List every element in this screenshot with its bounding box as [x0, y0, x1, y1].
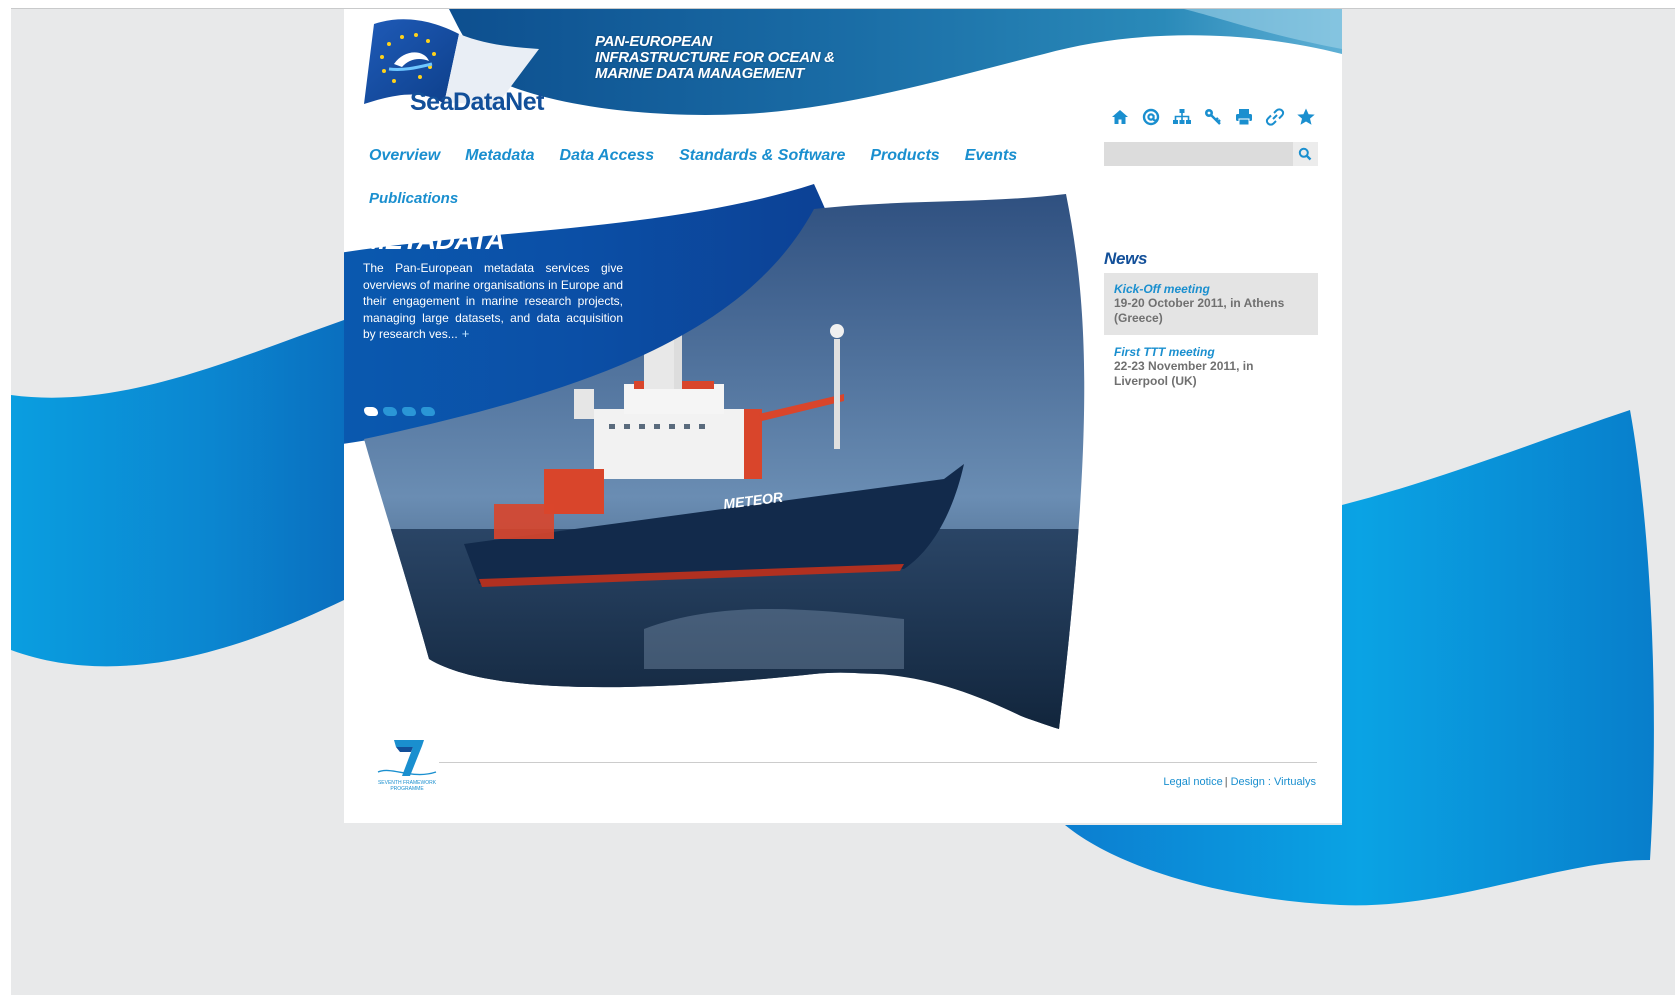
tagline-line-2: INFRASTRUCTURE FOR OCEAN &	[595, 49, 835, 66]
key-icon[interactable]	[1201, 105, 1225, 129]
tagline-line-1: PAN-EUROPEAN	[595, 33, 712, 50]
news-item-desc: 22-23 November 2011, in Liverpool (UK)	[1114, 359, 1254, 388]
home-icon[interactable]	[1108, 105, 1132, 129]
site-logo[interactable]: SeaDataNet	[410, 88, 544, 117]
nav-overview[interactable]: Overview	[369, 147, 440, 165]
email-icon[interactable]	[1139, 105, 1163, 129]
search-icon	[1299, 147, 1312, 161]
fp7-logo[interactable]: SEVENTH FRAMEWORK PROGRAMME	[372, 736, 442, 798]
favorite-star-icon[interactable]	[1294, 105, 1318, 129]
toolbar	[1108, 105, 1318, 129]
nav-publications[interactable]: Publications	[369, 190, 458, 207]
news-item: Kick-Off meeting 19-20 October 2011, in …	[1104, 273, 1318, 335]
page-graphics: METEOR	[344, 9, 1342, 823]
news-item-desc: 19-20 October 2011, in Athens (Greece)	[1114, 296, 1285, 325]
slide-dot-1[interactable]	[364, 407, 378, 416]
slide-title: METADATA	[363, 225, 505, 255]
nav-products[interactable]: Products	[870, 147, 939, 165]
nav-metadata[interactable]: Metadata	[465, 147, 534, 165]
slide-dot-4[interactable]	[421, 407, 435, 416]
slide-pager	[364, 407, 435, 416]
link-icon[interactable]	[1263, 105, 1287, 129]
footer-separator: |	[1224, 776, 1228, 788]
print-icon[interactable]	[1232, 105, 1256, 129]
news-item: First TTT meeting 22-23 November 2011, i…	[1104, 336, 1318, 396]
fp7-caption: SEVENTH FRAMEWORK PROGRAMME	[377, 780, 437, 792]
slide-dot-3[interactable]	[402, 407, 416, 416]
nav-data-access[interactable]: Data Access	[560, 147, 655, 165]
search-button[interactable]	[1292, 142, 1318, 166]
page-container: METEOR PAN-EUROPEAN INFRASTRUCTURE FOR O…	[344, 9, 1342, 823]
slide-dot-2[interactable]	[383, 407, 397, 416]
nav-events[interactable]: Events	[965, 147, 1017, 165]
footer-divider	[439, 762, 1317, 763]
news-item-title[interactable]: First TTT meeting	[1114, 345, 1308, 359]
slide-text: The Pan-European metadata services give …	[363, 261, 623, 341]
search-input[interactable]	[1104, 142, 1293, 166]
news-item-title[interactable]: Kick-Off meeting	[1114, 282, 1308, 296]
news-heading: News	[1104, 249, 1148, 268]
footer-links: Legal notice | Design : Virtualys	[1163, 776, 1316, 788]
site-tagline: PAN-EUROPEAN INFRASTRUCTURE FOR OCEAN & …	[595, 34, 835, 82]
nav-standards-software[interactable]: Standards & Software	[679, 147, 845, 165]
main-nav: Overview Metadata Data Access Standards …	[369, 147, 1017, 165]
legal-notice-link[interactable]: Legal notice	[1163, 776, 1222, 788]
tagline-line-3: MARINE DATA MANAGEMENT	[595, 65, 804, 82]
design-credit-link[interactable]: Design : Virtualys	[1231, 776, 1316, 788]
fp7-seven-icon	[377, 740, 437, 776]
main-nav-row-2: Publications	[369, 190, 458, 208]
sitemap-icon[interactable]	[1170, 105, 1194, 129]
read-more-link[interactable]: +	[462, 326, 470, 341]
slide-description: The Pan-European metadata services give …	[363, 260, 623, 343]
search-box	[1104, 142, 1318, 166]
